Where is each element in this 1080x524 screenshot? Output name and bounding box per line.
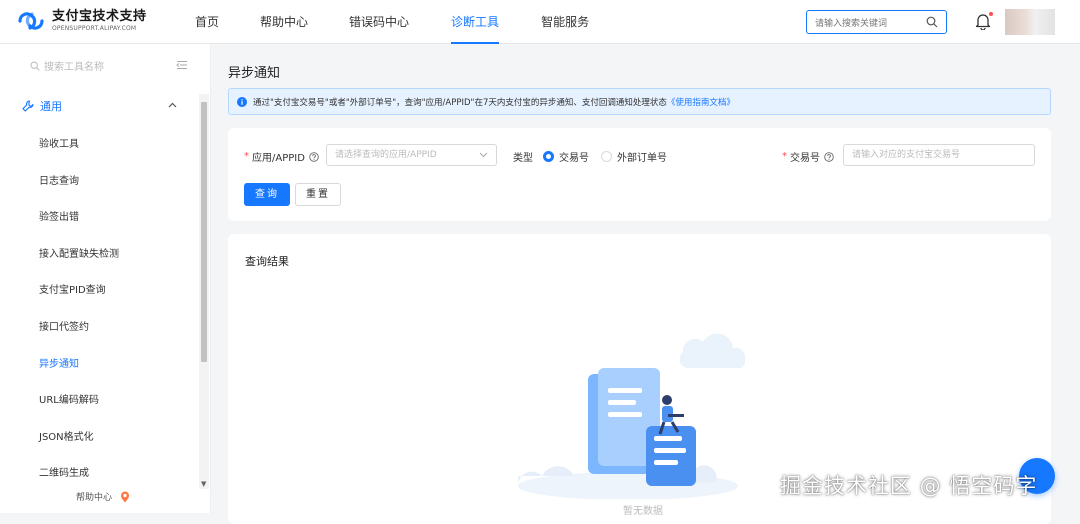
top-bar: 支付宝技术支持 OPENSUPPORT.ALIPAY.COM 首页 帮助中心 错… (0, 0, 1080, 44)
sidebar-item-config-check[interactable]: 接入配置缺失检测 (39, 245, 119, 260)
logo[interactable]: 支付宝技术支持 OPENSUPPORT.ALIPAY.COM (16, 9, 147, 33)
wrench-icon (22, 100, 34, 112)
sidebar-item-log-query[interactable]: 日志查询 (39, 172, 79, 187)
type-label: 类型 (513, 149, 533, 164)
trade-no-field-label: * 交易号 (782, 149, 834, 164)
sidebar: 搜索工具名称 通用 验收工具 日志查询 验签出错 接入配置缺失检测 支付宝PID… (0, 44, 211, 513)
sidebar-item-proxy-signing[interactable]: 接口代签约 (39, 318, 89, 333)
empty-state-illustration (518, 333, 746, 499)
radio-trade-no[interactable]: 交易号 (543, 149, 589, 164)
app-select[interactable]: 请选择查询的应用/APPID (326, 144, 497, 166)
chevron-down-icon[interactable] (479, 152, 488, 158)
trade-no-placeholder[interactable]: 请输入对应的支付宝交易号 (852, 150, 960, 160)
info-notice: 通过"支付宝交易号"或者"外部订单号"，查询"应用/APPID"在7天内支付宝的… (228, 88, 1051, 115)
sidebar-item-pid-query[interactable]: 支付宝PID查询 (39, 281, 106, 296)
question-circle-icon[interactable] (824, 151, 834, 162)
nav-help-center[interactable]: 帮助中心 (260, 0, 308, 44)
app-label-text: 应用/APPID (252, 153, 305, 164)
logo-title: 支付宝技术支持 (52, 9, 147, 24)
info-icon (237, 96, 247, 107)
nav-error-codes[interactable]: 错误码中心 (349, 0, 409, 44)
tool-search[interactable]: 搜索工具名称 (30, 58, 104, 73)
menu-group-general[interactable]: 通用 (22, 98, 62, 114)
notification-dot (989, 12, 993, 16)
menu-group-label: 通用 (40, 100, 62, 113)
query-form: * 应用/APPID 请选择查询的应用/APPID 类型 交易号 外部订单号 *… (228, 128, 1051, 221)
scroll-down-arrow-icon[interactable]: ▼ (201, 480, 206, 488)
nav-home[interactable]: 首页 (195, 0, 219, 44)
radio-checked-icon[interactable] (543, 151, 554, 162)
header-search-input[interactable] (807, 13, 917, 35)
sidebar-item-json-format[interactable]: JSON格式化 (39, 428, 94, 443)
top-nav: 首页 帮助中心 错误码中心 诊断工具 智能服务 (195, 0, 589, 44)
sidebar-scrollbar[interactable]: ▼ (199, 94, 209, 489)
trade-no-input[interactable]: 请输入对应的支付宝交易号 (843, 144, 1035, 166)
logo-subtitle: OPENSUPPORT.ALIPAY.COM (52, 25, 137, 32)
nav-diagnostic-tools[interactable]: 诊断工具 (451, 0, 500, 44)
type-label-text: 类型 (513, 153, 533, 164)
scrollbar-thumb[interactable] (201, 102, 207, 362)
search-icon (30, 60, 40, 71)
sidebar-item-qrcode[interactable]: 二维码生成 (39, 464, 89, 479)
sidebar-item-url-codec[interactable]: URL编码解码 (39, 391, 99, 406)
guide-doc-link[interactable]: 《使用指南文档》 (667, 96, 735, 108)
sidebar-help-link[interactable]: 帮助中心 (76, 490, 130, 503)
question-circle-icon[interactable] (309, 151, 319, 162)
collapse-menu-icon[interactable] (176, 60, 188, 70)
sidebar-item-async-notify[interactable]: 异步通知 (39, 355, 79, 370)
notice-text: 通过"支付宝交易号"或者"外部订单号"，查询"应用/APPID"在7天内支付宝的… (253, 97, 667, 108)
reset-button[interactable]: 重置 (295, 183, 341, 206)
sidebar-item-acceptance-tool[interactable]: 验收工具 (39, 135, 79, 150)
watermark: 掘金技术社区 @ 悟空码字 (780, 474, 1038, 498)
result-title: 查询结果 (245, 255, 289, 268)
user-avatar[interactable] (1005, 9, 1055, 35)
radio-out-trade-no[interactable]: 外部订单号 (601, 149, 667, 164)
help-label[interactable]: 帮助中心 (76, 490, 112, 503)
query-button[interactable]: 查询 (244, 183, 290, 206)
location-pin-icon (121, 491, 130, 502)
page-title: 异步通知 (228, 66, 281, 81)
alipay-logo-icon (18, 12, 44, 30)
app-field-label: * 应用/APPID (244, 149, 319, 164)
trade-label-text: 交易号 (790, 153, 820, 164)
app-select-placeholder[interactable]: 请选择查询的应用/APPID (335, 150, 437, 160)
nav-smart-service[interactable]: 智能服务 (541, 0, 589, 44)
radio-out-trade-no-label[interactable]: 外部订单号 (617, 149, 667, 164)
sidebar-item-signature-error[interactable]: 验签出错 (39, 208, 79, 223)
header-search[interactable] (806, 10, 947, 35)
required-mark: * (782, 151, 787, 162)
radio-unchecked-icon[interactable] (601, 151, 612, 162)
empty-text: 暂无数据 (623, 506, 663, 517)
tool-search-placeholder[interactable]: 搜索工具名称 (44, 58, 104, 73)
bell-icon[interactable] (975, 13, 991, 30)
search-icon[interactable] (926, 16, 938, 28)
required-mark: * (244, 151, 249, 162)
chevron-up-icon[interactable] (168, 102, 177, 108)
radio-trade-no-label[interactable]: 交易号 (559, 149, 589, 164)
